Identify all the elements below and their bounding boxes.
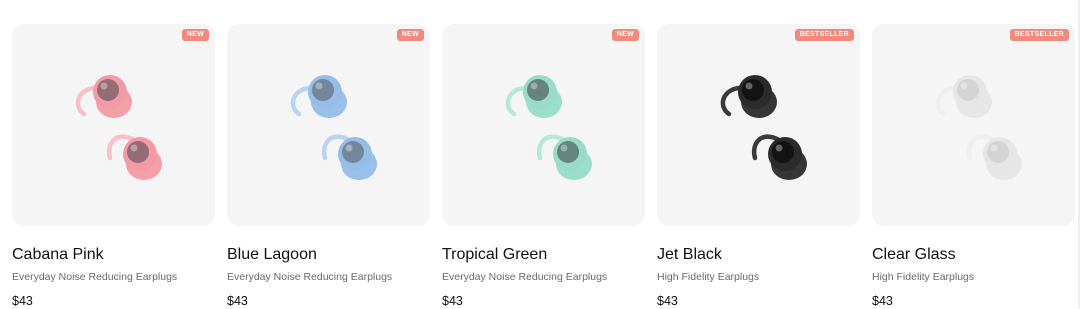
- product-image-tile[interactable]: BESTSELLER: [872, 24, 1075, 226]
- product-subtitle: Everyday Noise Reducing Earplugs: [12, 271, 178, 283]
- product-name[interactable]: Cabana Pink: [12, 245, 215, 265]
- earplug-icon: [321, 134, 377, 180]
- product-name[interactable]: Tropical Green: [442, 245, 645, 265]
- earplug-pair-image: [935, 75, 1022, 180]
- product-subtitle: High Fidelity Earplugs: [657, 271, 760, 283]
- earplug-icon: [751, 134, 807, 180]
- earplug-pair-image: [720, 75, 807, 180]
- earplug-icon: [505, 75, 562, 118]
- earplug-icon: [935, 75, 992, 118]
- product-card-jet-black[interactable]: BESTSELLER Jet Black High Fidelity Earpl…: [657, 24, 860, 309]
- earplug-icon: [75, 75, 132, 118]
- product-price: $43: [12, 294, 33, 308]
- product-image-tile[interactable]: NEW: [442, 24, 645, 226]
- earplug-icon: [106, 134, 162, 180]
- product-grid: NEW Cabana Pink Everyday Noise Reducing …: [12, 24, 1075, 309]
- earplug-pair-image: [505, 75, 592, 180]
- earplug-icon: [290, 75, 347, 118]
- earplug-icon: [720, 75, 777, 118]
- earplug-pair-image: [75, 75, 162, 180]
- product-subtitle: Everyday Noise Reducing Earplugs: [227, 271, 393, 283]
- product-subtitle: High Fidelity Earplugs: [872, 271, 975, 283]
- product-card-blue-lagoon[interactable]: NEW Blue Lagoon Everyday Noise Reducing …: [227, 24, 430, 309]
- earplug-icon: [966, 134, 1022, 180]
- product-subtitle: Everyday Noise Reducing Earplugs: [442, 271, 608, 283]
- product-image-tile[interactable]: NEW: [12, 24, 215, 226]
- product-price: $43: [227, 294, 248, 308]
- product-card-tropical-green[interactable]: NEW Tropical Green Everyday Noise Reduci…: [442, 24, 645, 309]
- product-card-cabana-pink[interactable]: NEW Cabana Pink Everyday Noise Reducing …: [12, 24, 215, 309]
- product-card-clear-glass[interactable]: BESTSELLER Clear Glass High Fidelity Ear…: [872, 24, 1075, 309]
- earplug-pair-image: [290, 75, 377, 180]
- product-price: $43: [442, 294, 463, 308]
- product-price: $43: [872, 294, 893, 308]
- product-name[interactable]: Jet Black: [657, 245, 860, 265]
- product-name[interactable]: Blue Lagoon: [227, 245, 430, 265]
- product-image-tile[interactable]: BESTSELLER: [657, 24, 860, 226]
- earplug-icon: [536, 134, 592, 180]
- product-image-tile[interactable]: NEW: [227, 24, 430, 226]
- product-name[interactable]: Clear Glass: [872, 245, 1075, 265]
- product-price: $43: [657, 294, 678, 308]
